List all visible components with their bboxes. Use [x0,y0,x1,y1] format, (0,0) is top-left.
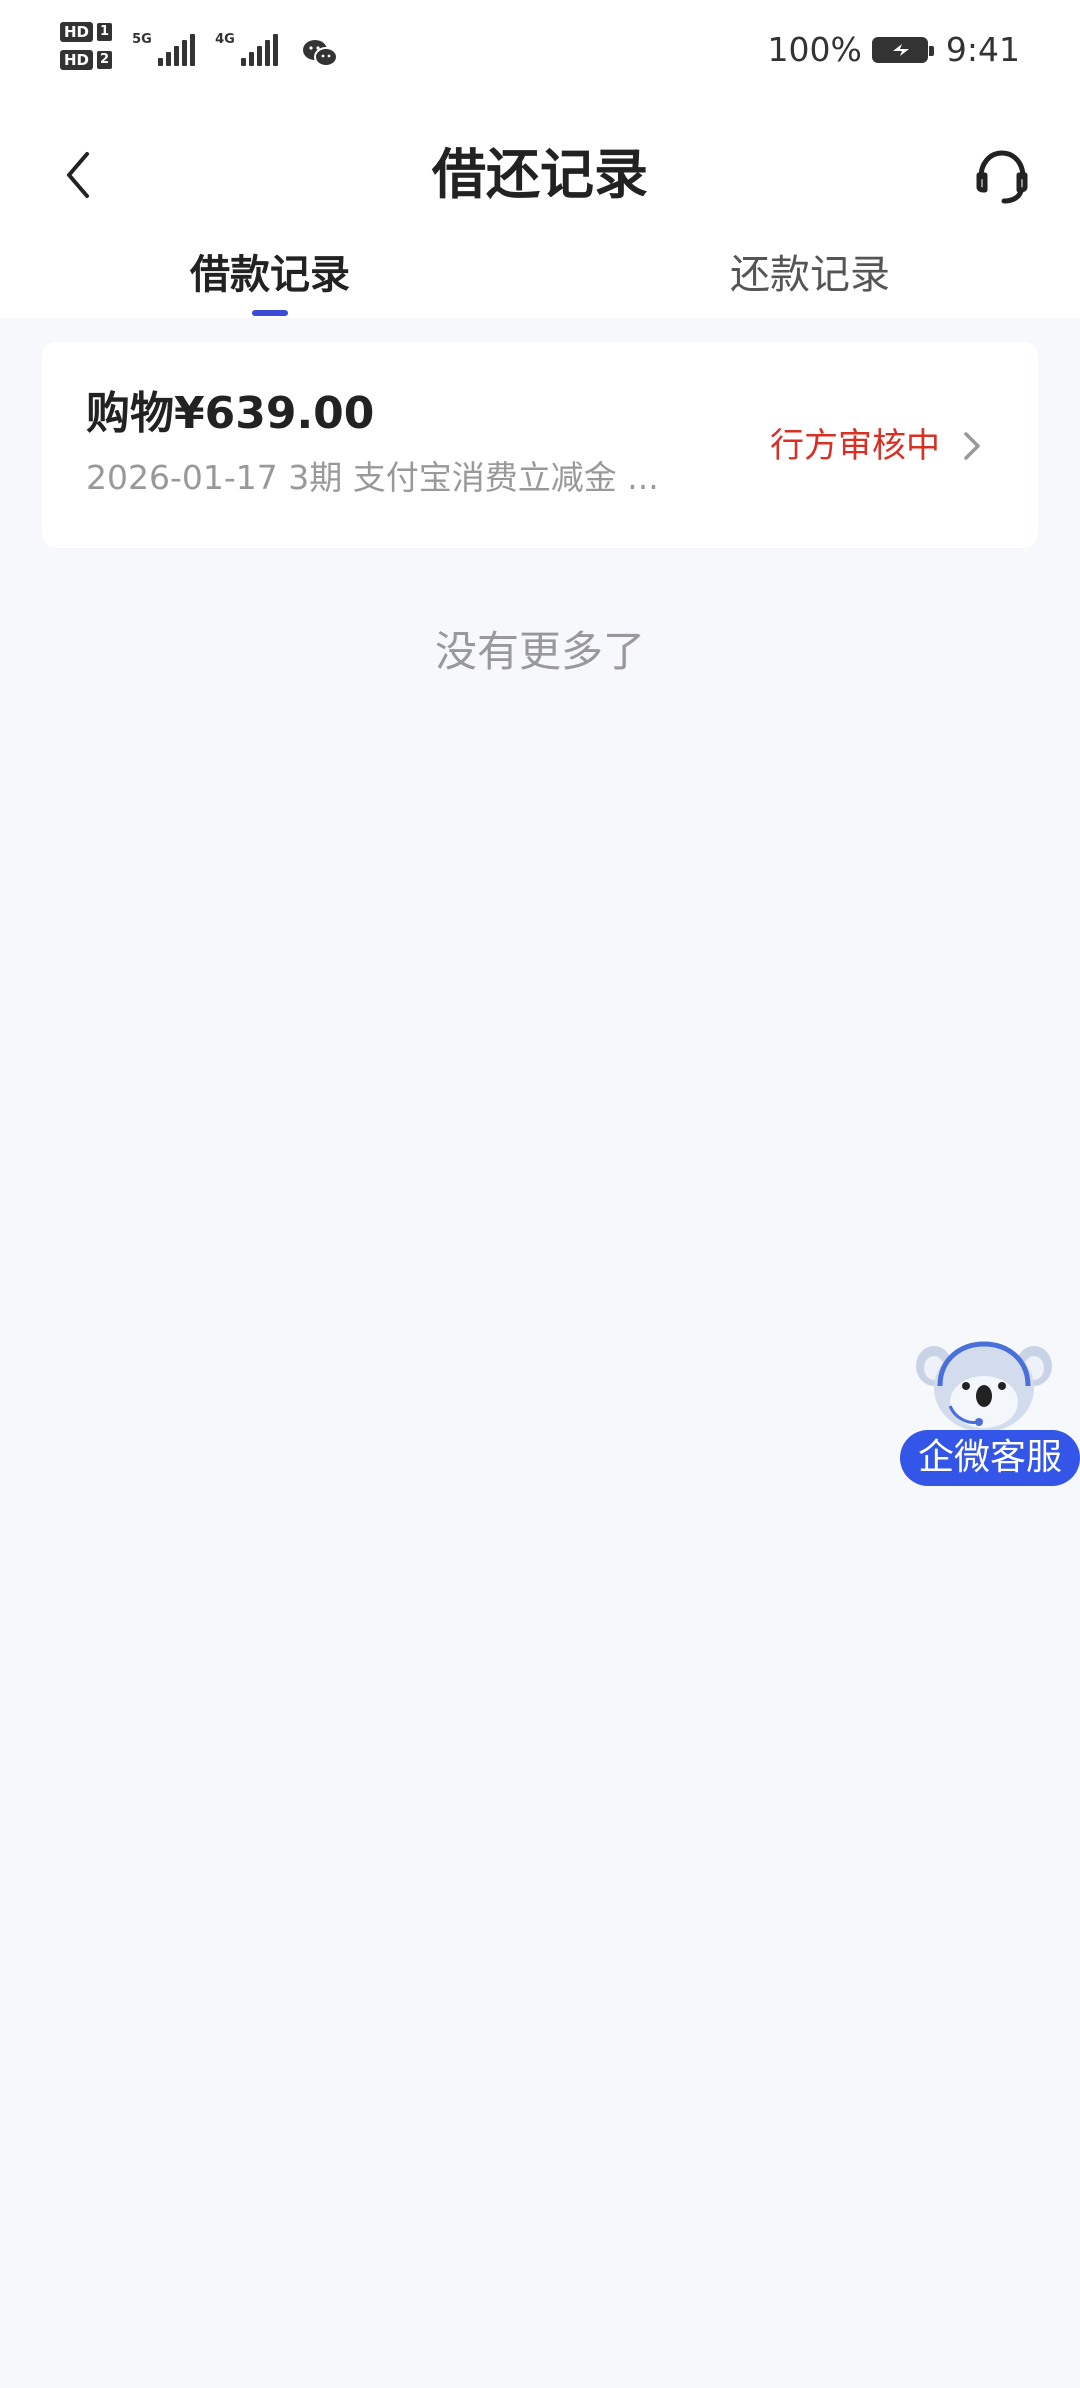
floating-service-label: 企微客服 [900,1430,1080,1486]
no-more-text: 没有更多了 [434,627,645,676]
record-tabs: 借款记录 还款记录 [0,240,1080,318]
active-tab-indicator [252,310,288,316]
wechat-icon [303,40,339,67]
signal-bars [158,32,196,66]
chevron-right-icon [958,428,986,464]
tab-borrow-records[interactable]: 借款记录 [130,240,410,318]
battery-percent: 100% [767,30,862,69]
sim-indicators: HD 1 HD 2 [60,22,113,70]
floating-service-button[interactable]: 企微客服 [898,1330,1080,1490]
clock: 9:41 [945,30,1020,69]
net-label-4g: 4G [215,32,235,47]
status-left: HD 1 HD 2 5G 4G [60,22,339,70]
record-subtitle: 2026-01-17 3期 支付宝消费立减金 ... [86,458,659,497]
headset-icon [976,150,1028,204]
signal-5g-icon: 5G [132,22,196,66]
sim2-number: 2 [97,51,113,69]
signal-bars [241,32,279,66]
sim1-number: 1 [97,23,113,41]
record-amount: 购物¥639.00 [86,388,375,439]
net-label-5g: 5G [132,32,152,47]
loan-record-card[interactable]: 购物¥639.00 2026-01-17 3期 支付宝消费立减金 ... 行方审… [42,342,1038,548]
status-right: 100% 9:41 [768,30,1020,69]
koala-mascot-icon [916,1341,1052,1432]
signal-4g-icon: 4G [215,22,279,66]
sim1-badge: HD 1 [60,22,113,42]
page-title: 借还记录 [432,143,648,206]
page: HD 1 HD 2 5G 4G 100% 9:41 借还记录 借款记录 还款记录… [0,0,1080,2388]
hd-icon: HD [60,22,94,42]
tab-repay-records[interactable]: 还款记录 [670,240,950,318]
battery-icon [871,36,934,63]
sim2-badge: HD 2 [60,50,113,70]
hd-icon: HD [60,50,94,70]
customer-service-button[interactable] [964,138,1040,214]
header: 借还记录 [0,120,1080,230]
status-bar: HD 1 HD 2 5G 4G 100% 9:41 [0,0,1080,110]
record-status: 行方审核中 [770,426,940,466]
